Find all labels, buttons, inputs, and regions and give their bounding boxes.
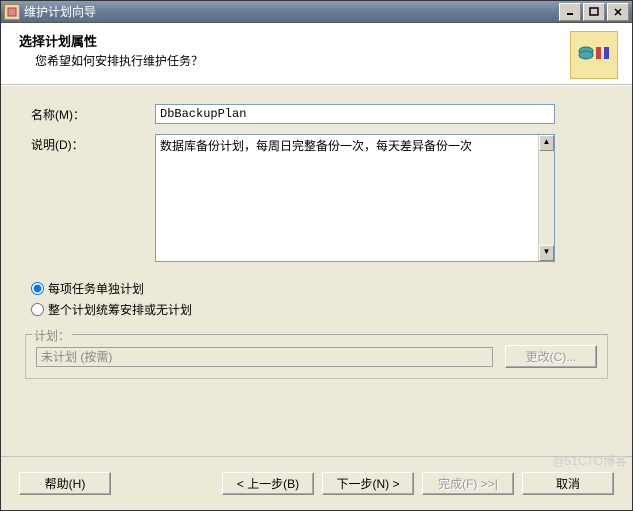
wizard-footer: 帮助(H) < 上一步(B) 下一步(N) > 完成(F) >>| 取消 [1,456,632,510]
cancel-button[interactable]: 取消 [522,472,614,495]
name-input[interactable] [155,104,555,124]
radio-separate-schedule[interactable]: 每项任务单独计划 [31,280,608,297]
radio-separate-input[interactable] [31,282,44,295]
scroll-up-button[interactable]: ▲ [539,135,554,151]
schedule-legend: 计划： [32,327,72,344]
desc-label: 说明(D)： [25,134,155,153]
radio-separate-label: 每项任务单独计划 [48,280,144,297]
desc-scrollbar[interactable]: ▲ ▼ [538,135,554,261]
titlebar: 维护计划向导 [1,1,632,23]
schedule-display-field [36,347,493,367]
finish-button[interactable]: 完成(F) >>| [422,472,514,495]
back-button[interactable]: < 上一步(B) [222,472,314,495]
radio-single-schedule[interactable]: 整个计划统筹安排或无计划 [31,301,608,318]
header-icon [570,31,618,79]
schedule-fieldset: 计划： 更改(C)... [25,334,608,379]
name-label: 名称(M)： [25,104,155,123]
wizard-body: 名称(M)： 说明(D)： 数据库备份计划，每周日完整备份一次，每天差异备份一次… [1,85,632,456]
header-heading: 选择计划属性 [19,31,570,50]
window-controls [559,3,629,21]
schedule-mode-group: 每项任务单独计划 整个计划统筹安排或无计划 [31,280,608,318]
wizard-header: 选择计划属性 您希望如何安排执行维护任务？ [1,23,632,85]
help-button[interactable]: 帮助(H) [19,472,111,495]
next-button[interactable]: 下一步(N) > [322,472,414,495]
radio-single-input[interactable] [31,303,44,316]
scroll-down-button[interactable]: ▼ [539,245,554,261]
change-schedule-button[interactable]: 更改(C)... [505,345,597,368]
header-subheading: 您希望如何安排执行维护任务？ [35,52,570,69]
desc-wrapper: 数据库备份计划，每周日完整备份一次，每天差异备份一次 ▲ ▼ [155,134,555,262]
window-title: 维护计划向导 [24,3,559,20]
app-icon [4,4,20,20]
minimize-button[interactable] [559,3,581,21]
desc-textarea[interactable]: 数据库备份计划，每周日完整备份一次，每天差异备份一次 [156,135,538,261]
radio-single-label: 整个计划统筹安排或无计划 [48,301,192,318]
close-button[interactable] [607,3,629,21]
maximize-button[interactable] [583,3,605,21]
